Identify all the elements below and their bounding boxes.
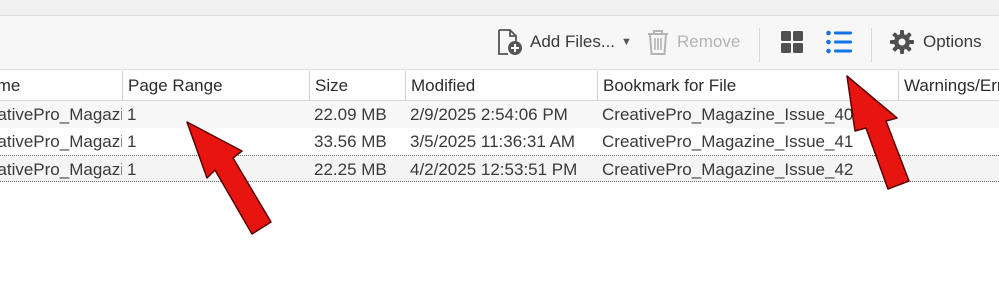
column-header-size[interactable]: Size [309, 71, 405, 101]
toolbar: Add Files... ▼ Remove Options [0, 16, 999, 70]
cell-filename: CreativePro_Magazine_Issue_41.pdf [0, 132, 122, 151]
cell-page-range[interactable]: 1 [122, 156, 309, 183]
table-row[interactable]: CreativePro_Magazine_Issue_40.pdf 1 22.0… [0, 101, 999, 128]
file-table: Name Page Range Size Modified Bookmark f… [0, 71, 999, 182]
list-view-icon [825, 29, 853, 55]
column-header-bookmark[interactable]: Bookmark for File [597, 71, 898, 101]
cell-size: 33.56 MB [314, 132, 387, 151]
column-header-name[interactable]: Name [0, 71, 122, 101]
column-header-warnings[interactable]: Warnings/Errors [898, 71, 999, 101]
add-files-button[interactable]: Add Files... ▼ [494, 25, 632, 59]
options-button[interactable]: Options [889, 25, 982, 59]
cell-bookmark[interactable]: CreativePro_Magazine_Issue_40 [597, 101, 898, 128]
add-files-label: Add Files... [530, 32, 616, 51]
table-row[interactable]: CreativePro_Magazine_Issue_42.pdf 1 22.2… [0, 155, 999, 182]
column-header-modified[interactable]: Modified [405, 71, 597, 101]
chevron-down-icon[interactable]: ▼ [621, 36, 632, 48]
remove-label: Remove [677, 32, 741, 51]
cell-warnings [898, 128, 999, 155]
cell-size: 22.25 MB [314, 160, 387, 179]
options-label: Options [923, 32, 982, 51]
cell-modified: 2/9/2025 2:54:06 PM [410, 105, 568, 124]
cell-page-range[interactable]: 1 [122, 128, 309, 155]
cell-filename: CreativePro_Magazine_Issue_42.pdf [0, 160, 122, 179]
gear-icon [889, 29, 915, 55]
cell-bookmark[interactable]: CreativePro_Magazine_Issue_41 [597, 128, 898, 155]
add-file-icon [494, 27, 524, 57]
toolbar-separator [871, 28, 872, 62]
cell-warnings [898, 156, 999, 183]
cell-size: 22.09 MB [314, 105, 387, 124]
window-top-strip [0, 0, 999, 16]
table-row[interactable]: CreativePro_Magazine_Issue_41.pdf 1 33.5… [0, 128, 999, 155]
list-view-button[interactable] [825, 25, 853, 59]
table-header: Name Page Range Size Modified Bookmark f… [0, 71, 999, 101]
cell-modified: 3/5/2025 11:36:31 AM [410, 132, 576, 151]
cell-modified: 4/2/2025 12:53:51 PM [410, 160, 578, 179]
cell-page-range[interactable]: 1 [122, 101, 309, 128]
trash-icon [645, 28, 671, 56]
cell-bookmark[interactable]: CreativePro_Magazine_Issue_42 [597, 156, 898, 183]
column-header-page-range[interactable]: Page Range [122, 71, 309, 101]
grid-view-icon [779, 29, 805, 55]
cell-warnings [898, 101, 999, 128]
grid-view-button[interactable] [779, 25, 805, 59]
remove-button[interactable]: Remove [645, 25, 740, 59]
toolbar-separator [759, 28, 760, 62]
cell-filename: CreativePro_Magazine_Issue_40.pdf [0, 105, 122, 124]
